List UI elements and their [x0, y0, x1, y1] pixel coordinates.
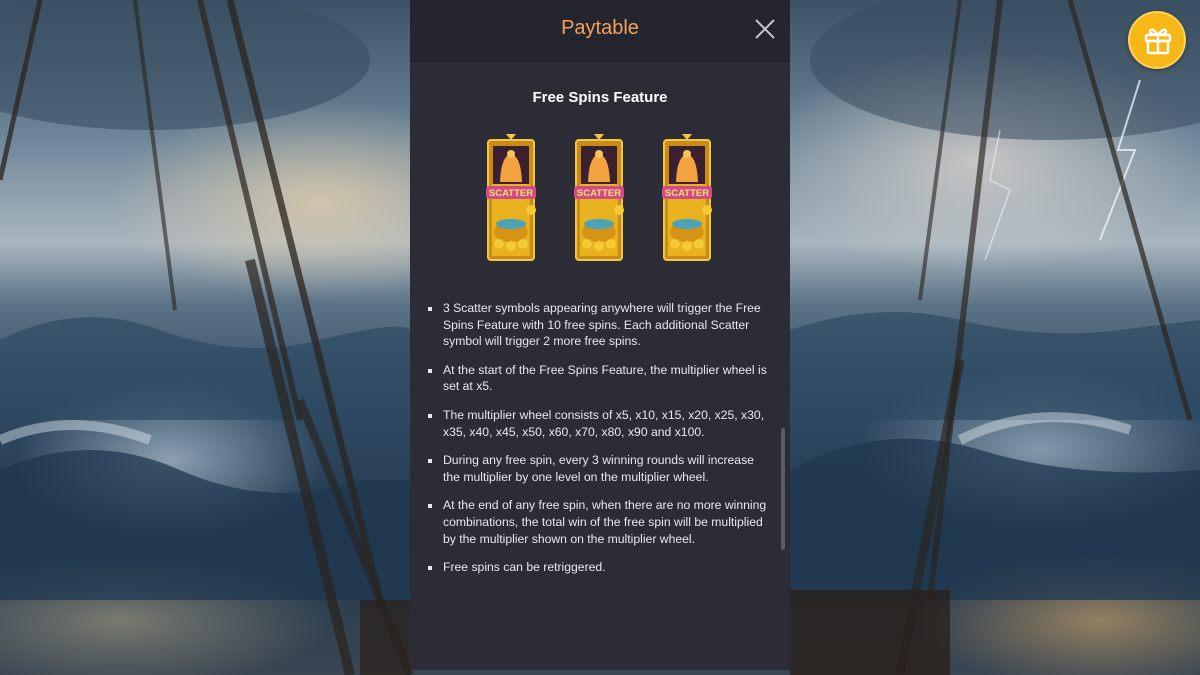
rule-text: Free spins can be retriggered. — [443, 560, 606, 575]
rule-item: At the end of any free spin, when there … — [428, 497, 774, 547]
rule-item: The multiplier wheel consists of x5, x10… — [428, 407, 774, 440]
rule-item: 3 Scatter symbols appearing anywhere wil… — [428, 300, 774, 350]
rule-text: At the start of the Free Spins Feature, … — [443, 362, 767, 394]
gift-button[interactable] — [1128, 11, 1186, 69]
close-button[interactable] — [752, 16, 778, 42]
free-spins-rules-list: 3 Scatter symbols appearing anywhere wil… — [428, 300, 774, 588]
scatter-symbol: SCATTER — [662, 134, 712, 266]
paytable-header: Paytable — [410, 0, 790, 62]
scatter-label: SCATTER — [577, 188, 621, 199]
scatter-symbol: SCATTER — [574, 134, 624, 266]
scatter-label: SCATTER — [665, 188, 709, 199]
rule-item: Free spins can be retriggered. — [428, 559, 774, 576]
rule-text: During any free spin, every 3 winning ro… — [443, 453, 754, 484]
rule-text: 3 Scatter symbols appearing anywhere wil… — [443, 301, 761, 349]
rule-text: At the end of any free spin, when there … — [443, 498, 767, 546]
paytable-title: Paytable — [561, 17, 639, 39]
scatter-label: SCATTER — [489, 188, 533, 199]
bullet — [428, 307, 432, 311]
rule-item: During any free spin, every 3 winning ro… — [428, 452, 774, 485]
scatter-symbols: SCATTER SCATTER SCATTER — [486, 134, 718, 266]
bullet — [428, 566, 432, 571]
rule-item: At the start of the Free Spins Feature, … — [428, 362, 774, 395]
paytable-panel: Paytable Free Spins Feature SCATTER SCAT… — [410, 0, 790, 670]
bullet — [428, 368, 432, 373]
gift-icon — [1144, 28, 1172, 55]
close-icon — [755, 19, 775, 39]
rule-text: The multiplier wheel consists of x5, x10… — [443, 407, 765, 439]
section-title: Free Spins Feature — [532, 89, 668, 106]
scatter-symbol: SCATTER — [486, 134, 536, 266]
bullet — [428, 413, 432, 418]
bullet — [428, 504, 432, 509]
scrollbar-thumb[interactable] — [781, 428, 785, 550]
bullet — [428, 459, 432, 464]
